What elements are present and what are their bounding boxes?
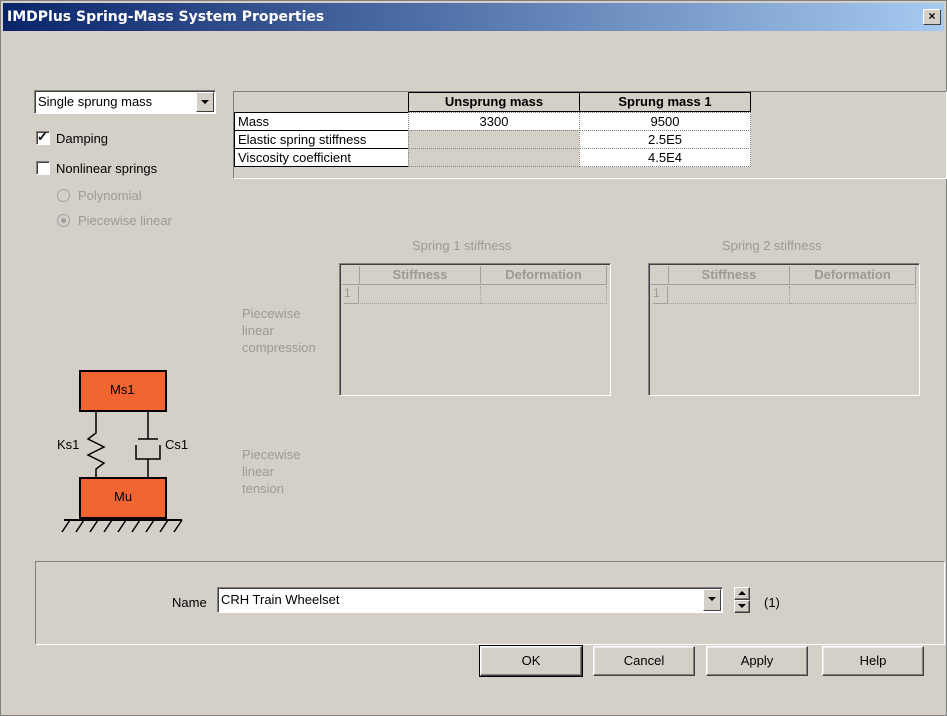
name-count: (1) bbox=[764, 595, 780, 610]
unsprung-mass-value[interactable]: 3300 bbox=[408, 112, 580, 131]
model-type-value: Single sprung mass bbox=[38, 94, 153, 109]
spring1-deformation-cell[interactable] bbox=[481, 286, 607, 304]
unsprung-stiffness-cell bbox=[408, 130, 580, 149]
properties-grid: Unsprung mass Sprung mass 1 Mass 3300 95… bbox=[233, 91, 947, 179]
diagram-ks1-label: Ks1 bbox=[57, 437, 80, 452]
damping-label: Damping bbox=[56, 131, 109, 146]
header-sprung-mass-1: Sprung mass 1 bbox=[579, 92, 751, 112]
polynomial-label: Polynomial bbox=[78, 188, 142, 203]
spring2-title: Spring 2 stiffness bbox=[722, 238, 822, 253]
spring2-row-index: 1 bbox=[653, 286, 668, 304]
model-type-select[interactable]: Single sprung mass bbox=[34, 90, 216, 114]
spring1-corner bbox=[342, 266, 360, 285]
spring2-corner bbox=[651, 266, 669, 285]
name-select[interactable]: CRH Train Wheelset bbox=[217, 587, 723, 613]
sprung-mass-value[interactable]: 9500 bbox=[579, 112, 751, 131]
piecewise-linear-label: Piecewise linear bbox=[78, 213, 172, 228]
chevron-down-icon[interactable] bbox=[703, 589, 721, 611]
help-button[interactable]: Help bbox=[822, 646, 924, 676]
diagram-mu-label: Mu bbox=[114, 489, 133, 504]
chevron-up-icon bbox=[738, 591, 746, 595]
name-label: Name bbox=[172, 595, 207, 610]
title-bar: IMDPlus Spring-Mass System Properties × bbox=[3, 3, 944, 31]
ok-button[interactable]: OK bbox=[479, 645, 583, 677]
name-down-button[interactable] bbox=[734, 600, 750, 613]
spring-icon bbox=[86, 411, 106, 478]
nonlinear-springs-label: Nonlinear springs bbox=[56, 161, 158, 176]
row-label-mass: Mass bbox=[234, 112, 409, 131]
nonlinear-springs-checkbox[interactable] bbox=[36, 161, 50, 175]
chevron-down-icon[interactable] bbox=[196, 92, 214, 112]
close-button[interactable]: × bbox=[923, 9, 941, 25]
spring2-deformation-cell[interactable] bbox=[790, 286, 916, 304]
polynomial-radio[interactable] bbox=[57, 189, 70, 202]
spring1-stiffness-table[interactable]: Stiffness Deformation 1 bbox=[339, 263, 611, 396]
spring2-header-stiffness: Stiffness bbox=[669, 266, 790, 285]
chevron-down-icon bbox=[738, 604, 746, 608]
window-title: IMDPlus Spring-Mass System Properties bbox=[7, 9, 325, 25]
spring1-header-stiffness: Stiffness bbox=[360, 266, 481, 285]
spring2-header-deformation: Deformation bbox=[790, 266, 916, 285]
cancel-button[interactable]: Cancel bbox=[593, 646, 695, 676]
sprung-viscosity-value[interactable]: 4.5E4 bbox=[579, 148, 751, 167]
compression-label: Piecewise linear compression bbox=[242, 306, 316, 355]
spring1-header-deformation: Deformation bbox=[481, 266, 607, 285]
tension-label: Piecewise linear tension bbox=[242, 447, 301, 496]
unsprung-viscosity-cell bbox=[408, 148, 580, 167]
diagram-cs1-label: Cs1 bbox=[165, 437, 189, 452]
row-label-stiffness: Elastic spring stiffness bbox=[234, 130, 409, 149]
spring1-title: Spring 1 stiffness bbox=[412, 238, 512, 253]
row-label-viscosity: Viscosity coefficient bbox=[234, 148, 409, 167]
apply-button[interactable]: Apply bbox=[706, 646, 808, 676]
header-unsprung-mass: Unsprung mass bbox=[408, 92, 580, 112]
spring2-stiffness-cell[interactable] bbox=[669, 286, 790, 304]
piecewise-linear-radio[interactable] bbox=[57, 214, 70, 227]
spring1-row-index: 1 bbox=[344, 286, 359, 304]
ground-hatch-icon bbox=[61, 519, 183, 533]
name-value: CRH Train Wheelset bbox=[221, 592, 340, 607]
damper-icon bbox=[135, 445, 161, 460]
diagram-ms1-label: Ms1 bbox=[110, 382, 135, 397]
spring2-stiffness-table[interactable]: Stiffness Deformation 1 bbox=[648, 263, 920, 396]
damping-checkbox[interactable] bbox=[36, 129, 50, 145]
spring1-stiffness-cell[interactable] bbox=[360, 286, 481, 304]
sprung-stiffness-value[interactable]: 2.5E5 bbox=[579, 130, 751, 149]
name-up-button[interactable] bbox=[734, 587, 750, 600]
